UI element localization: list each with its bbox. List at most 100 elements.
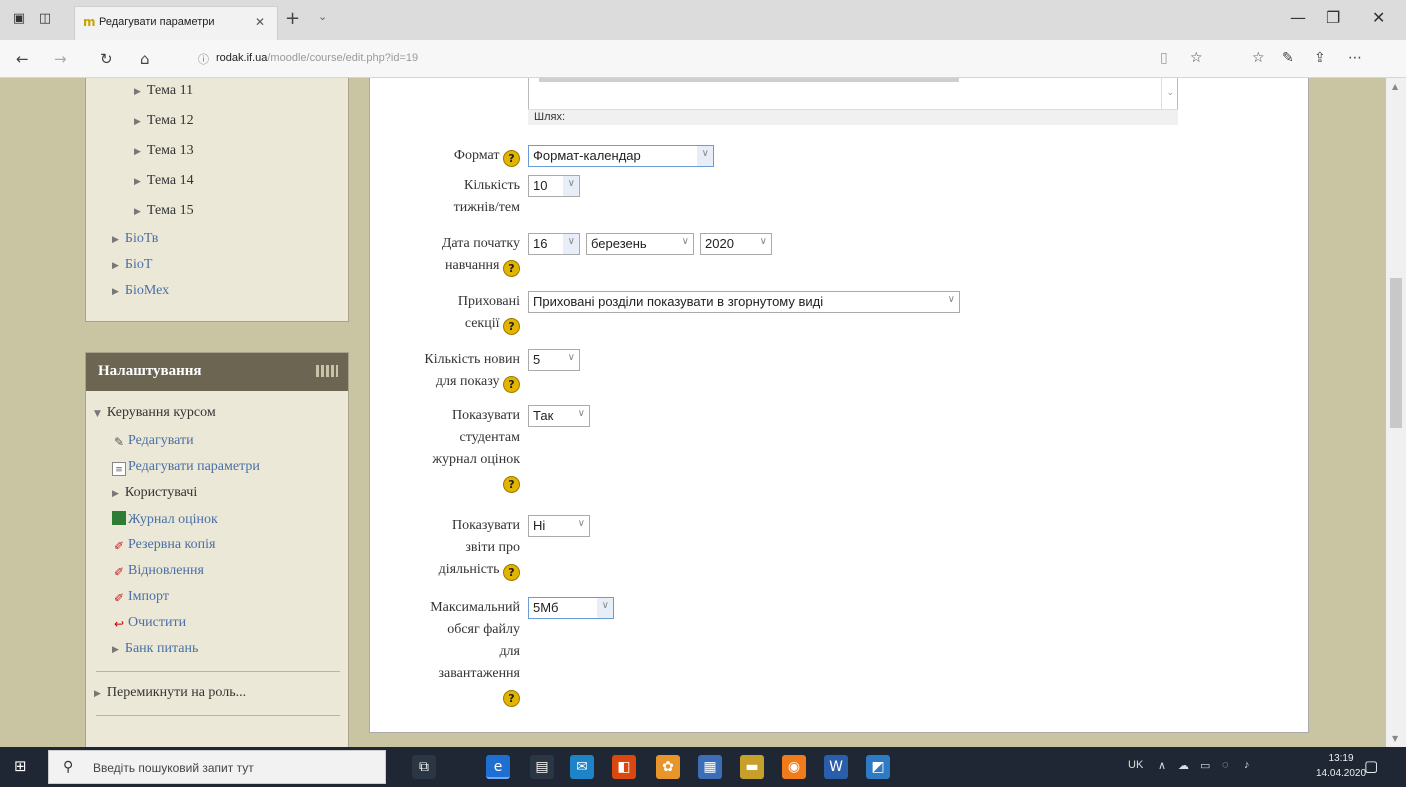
share-icon[interactable]: ⇪ — [1314, 50, 1326, 66]
more-icon[interactable]: ⋯ — [1348, 50, 1362, 66]
taskbar-search-placeholder: Введіть пошуковий запит тут — [93, 761, 254, 775]
menu-item-question-bank[interactable]: ▶ Банк питань — [112, 641, 198, 657]
divider — [96, 715, 340, 716]
nav-item-topic-15[interactable]: ▶ Тема 15 — [134, 203, 194, 219]
hidden-sections-select[interactable]: Приховані розділи показувати в згорнутом… — [528, 291, 960, 313]
show-reports-select[interactable]: Ні ∨ — [528, 515, 590, 537]
favorite-star-icon[interactable]: ☆ — [1190, 50, 1203, 66]
home-icon[interactable]: ⌂ — [140, 50, 150, 68]
photos-icon[interactable]: ◩ — [866, 755, 890, 779]
nav-item-biotv[interactable]: ▶ БіоТв — [112, 231, 158, 247]
minimize-button[interactable]: — — [1290, 8, 1306, 27]
info-icon[interactable]: ⓘ — [198, 51, 209, 67]
edge-browser-icon[interactable]: e — [486, 755, 510, 779]
volume-icon[interactable]: ♪ — [1244, 759, 1250, 771]
max-upload-select[interactable]: 5Мб ∨ — [528, 597, 614, 619]
nav-item-biot[interactable]: ▶ БіоТ — [112, 257, 152, 273]
reading-view-icon[interactable]: ▯ — [1160, 50, 1168, 66]
menu-item-restore[interactable]: ✐ Відновлення — [112, 563, 204, 579]
arrow-right-icon: ▶ — [112, 235, 119, 245]
start-year-select[interactable]: 2020 ∨ — [700, 233, 772, 255]
num-sections-select[interactable]: 10 ∨ — [528, 175, 580, 197]
nav-item-topic-13[interactable]: ▶ Тема 13 — [134, 143, 194, 159]
chevron-down-icon[interactable]: ⌄ — [318, 10, 327, 23]
switch-role-node[interactable]: ▶ Перемикнути на роль... — [94, 685, 246, 701]
start-month-select[interactable]: березень ∨ — [586, 233, 694, 255]
scroll-up-icon[interactable]: ▲ — [1392, 82, 1398, 91]
nav-item-topic-11[interactable]: ▶ Тема 11 — [134, 83, 193, 99]
help-icon[interactable]: ? — [503, 376, 520, 393]
menu-item-edit[interactable]: ✎ Редагувати — [112, 433, 194, 449]
backup-icon: ✐ — [113, 539, 125, 553]
close-window-button[interactable]: ✕ — [1372, 8, 1385, 27]
navigation-block: ▶ Тема 11 ▶ Тема 12 ▶ Тема 13 ▶ Тема 14 ▶ Тем… — [85, 78, 349, 322]
browser-tab[interactable]: m Редагувати параметри ✕ — [74, 6, 278, 40]
cloud-icon[interactable]: ☁ — [1178, 759, 1189, 772]
settings-block-title: Налаштування — [98, 363, 202, 379]
start-day-select[interactable]: 16 ∨ — [528, 233, 580, 255]
settings-block-header: Налаштування — [86, 353, 348, 391]
pen-icon[interactable]: ✎ — [1282, 50, 1294, 66]
page-content: ▶ Тема 11 ▶ Тема 12 ▶ Тема 13 ▶ Тема 14 ▶ Тем… — [0, 78, 1406, 747]
tab-actions-icon[interactable]: ▣ — [10, 10, 28, 28]
page-scrollbar[interactable]: ▲ ▼ — [1386, 78, 1406, 747]
tray-chevron-icon[interactable]: ∧ — [1158, 759, 1166, 772]
help-icon[interactable]: ? — [503, 564, 520, 581]
windows-taskbar: ⊞ ⚲ Введіть пошуковий запит тут ⧉ e ▤ ✉ … — [0, 747, 1406, 787]
mail-icon[interactable]: ✉ — [570, 755, 594, 779]
menu-item-grades[interactable]: Журнал оцінок — [112, 511, 218, 528]
task-view-icon[interactable]: ⧉ — [412, 755, 436, 779]
taskbar-clock[interactable]: 13:19 14.04.2020 — [1316, 751, 1366, 781]
help-icon[interactable]: ? — [503, 318, 520, 335]
arrow-right-icon: ▶ — [134, 117, 141, 127]
taskbar-search-box[interactable]: ⚲ Введіть пошуковий запит тут — [48, 750, 386, 784]
wifi-icon[interactable]: ◌ — [1222, 759, 1229, 771]
menu-item-import[interactable]: ✐ Імпорт — [112, 589, 169, 605]
url-field[interactable]: ⓘ rodak.if.ua/moodle/course/edit.php?id=… — [186, 47, 1216, 71]
app-icon[interactable]: ▦ — [698, 755, 722, 779]
office-icon[interactable]: ◧ — [612, 755, 636, 779]
help-icon[interactable]: ? — [503, 260, 520, 277]
word-icon[interactable]: W — [824, 755, 848, 779]
new-tab-button[interactable]: + — [285, 8, 300, 29]
hidden-sections-label: Приховані секції ? — [457, 294, 520, 335]
show-grades-select[interactable]: Так ∨ — [528, 405, 590, 427]
network-icon[interactable]: ▭ — [1200, 759, 1210, 772]
firefox-icon[interactable]: ◉ — [782, 755, 806, 779]
menu-item-reset[interactable]: ↩ Очистити — [112, 615, 186, 631]
nav-item-biomex[interactable]: ▶ БіоМех — [112, 283, 169, 299]
divider — [96, 671, 340, 672]
menu-item-edit-settings[interactable]: ≡ Редагувати параметри — [112, 459, 260, 476]
menu-item-users[interactable]: ▶ Користувачі — [112, 485, 197, 501]
paint-icon[interactable]: ✿ — [656, 755, 680, 779]
favorites-list-icon[interactable]: ☆ — [1252, 50, 1265, 66]
refresh-icon[interactable]: ↻ — [100, 50, 113, 68]
scroll-down-icon[interactable]: ▼ — [1392, 734, 1398, 743]
forward-arrow-icon[interactable]: → — [54, 50, 67, 68]
help-icon[interactable]: ? — [503, 690, 520, 707]
tab-preview-icon[interactable]: ◫ — [36, 10, 54, 28]
nav-item-topic-14[interactable]: ▶ Тема 14 — [134, 173, 194, 189]
help-icon[interactable]: ? — [503, 150, 520, 167]
notifications-icon[interactable]: ▢ — [1364, 757, 1378, 775]
news-items-select[interactable]: 5 ∨ — [528, 349, 580, 371]
url-text: rodak.if.ua/moodle/course/edit.php?id=19 — [216, 52, 419, 64]
windows-start-icon[interactable]: ⊞ — [14, 757, 32, 775]
restore-button[interactable]: ❐ — [1326, 8, 1340, 27]
store-icon[interactable]: ▤ — [530, 755, 554, 779]
keyboard-language[interactable]: UK — [1128, 759, 1143, 771]
back-arrow-icon[interactable]: ← — [16, 50, 29, 68]
close-tab-icon[interactable]: ✕ — [255, 15, 265, 29]
help-icon[interactable]: ? — [503, 476, 520, 493]
file-explorer-icon[interactable]: ▬ — [740, 755, 764, 779]
scroll-down-icon[interactable]: ⌄ — [1166, 88, 1174, 98]
browser-tab-bar: ▣ ◫ m Редагувати параметри ✕ + ⌄ — ❐ ✕ — [0, 0, 1406, 40]
nav-item-topic-12[interactable]: ▶ Тема 12 — [134, 113, 194, 129]
menu-item-backup[interactable]: ✐ Резервна копія — [112, 537, 216, 553]
scrollbar-thumb[interactable] — [1390, 278, 1402, 428]
block-dock-icon[interactable] — [316, 365, 338, 377]
course-admin-node[interactable]: ▼ Керування курсом — [94, 405, 216, 421]
format-select[interactable]: Формат-календар ∨ — [528, 145, 714, 167]
arrow-right-icon: ▶ — [134, 207, 141, 217]
start-date-label: Дата початку навчання ? — [441, 236, 520, 277]
